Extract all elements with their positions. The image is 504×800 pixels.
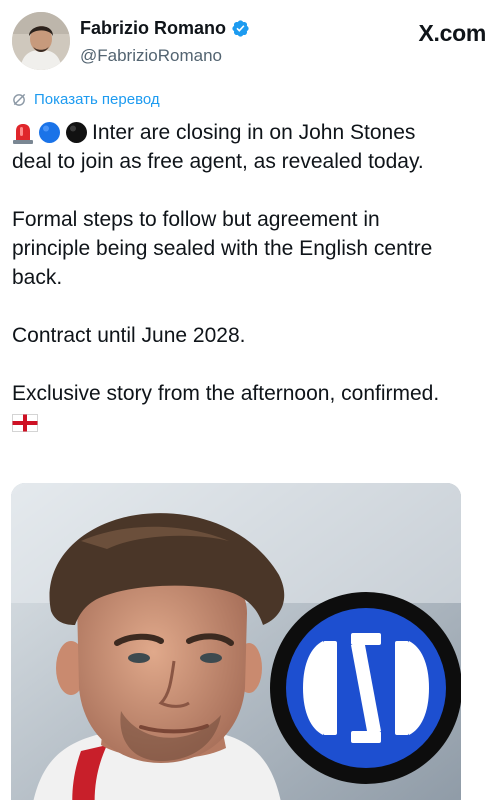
siren-icon [13,123,33,144]
player-photo [11,483,461,800]
avatar[interactable] [12,12,70,70]
brand-label: X.com [418,20,486,46]
translate-icon [13,93,26,106]
blue-circle-icon [39,122,60,143]
avatar-image [12,12,70,70]
translate-label: Показать перевод [34,91,160,108]
tweet-line: Inter are closing in on John Stones [12,118,494,147]
tweet-header: Fabrizio Romano @FabrizioRomano X.com [12,12,492,74]
black-circle-icon [66,122,87,143]
tweet-line: back. [12,266,63,289]
tweet-text: Inter are closing in on John Stones deal… [12,118,494,437]
england-flag-icon [12,413,38,432]
author-name[interactable]: Fabrizio Romano [80,18,226,39]
tweet-line-text: Inter are closing in on John Stones [92,121,416,144]
tweet-line: principle being sealed with the English … [12,237,433,260]
translate-link[interactable]: Показать перевод [12,91,160,108]
inter-logo [270,592,461,784]
author-handle[interactable]: @FabrizioRomano [80,46,222,66]
author-row: Fabrizio Romano [80,18,250,39]
tweet-line: Formal steps to follow but agreement in [12,208,380,231]
verified-badge-icon [232,20,249,37]
tweet-line: deal to join as free agent, as revealed … [12,150,424,173]
tweet-line [12,408,494,437]
tweet-image[interactable] [11,483,461,800]
tweet-line: Exclusive story from the afternoon, conf… [12,382,440,405]
tweet-line: Contract until June 2028. [12,324,246,347]
